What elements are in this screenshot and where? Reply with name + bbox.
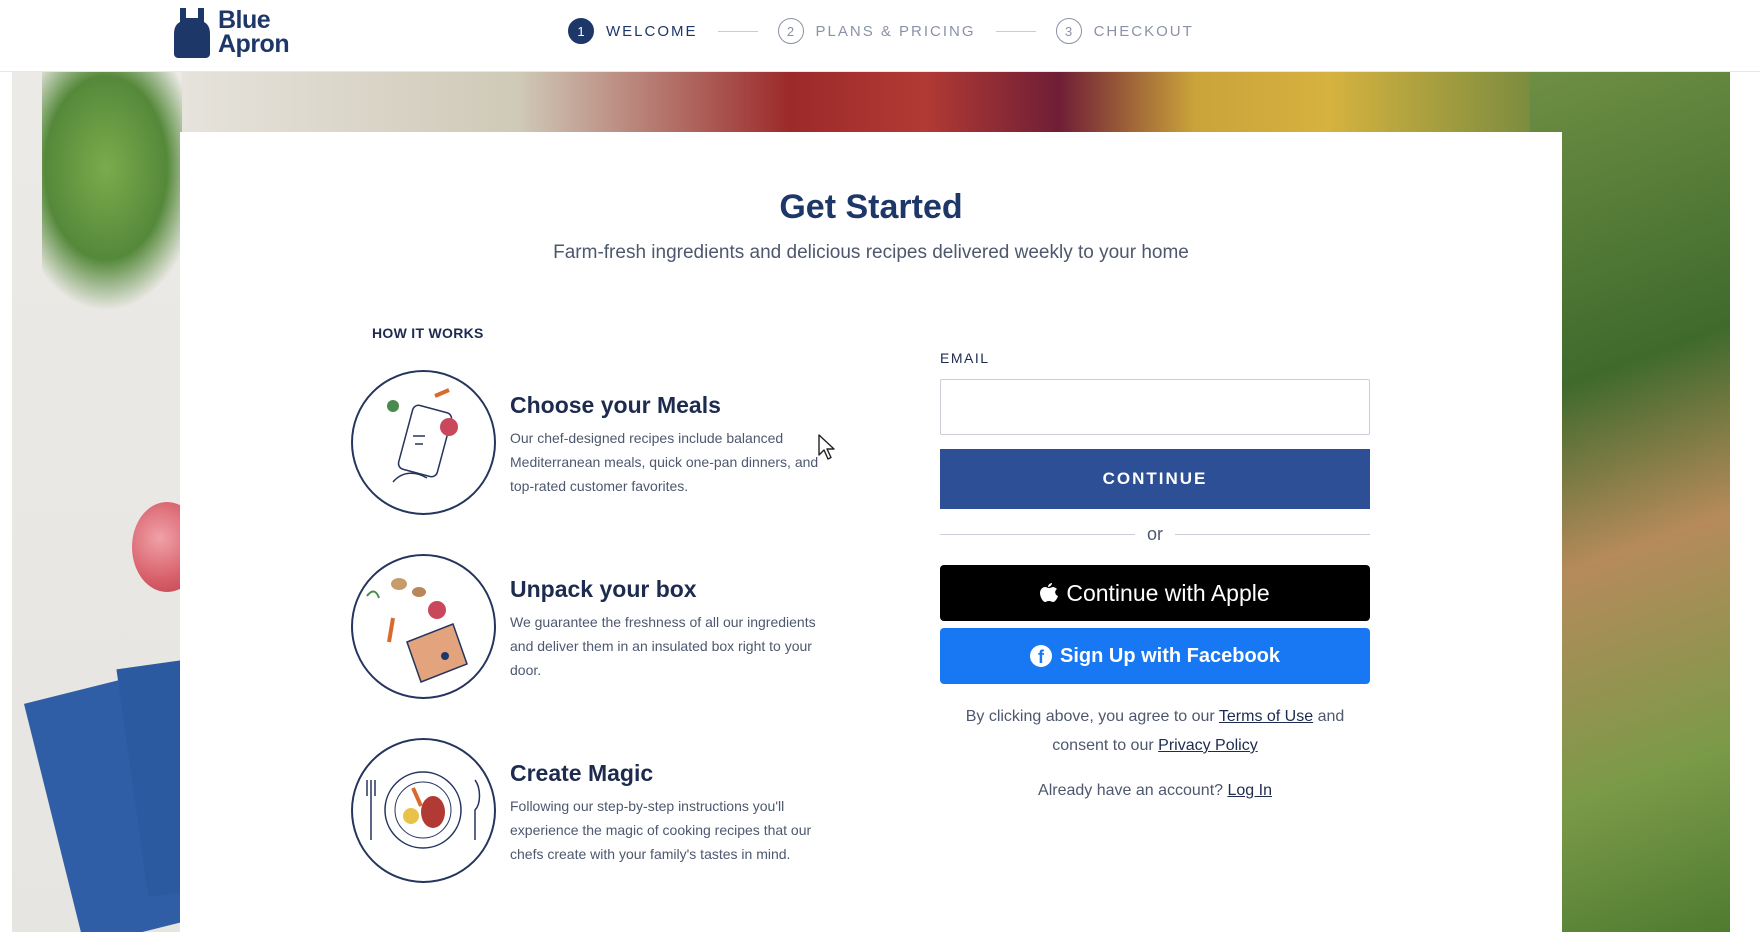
step-label-plans: PLANS & PRICING — [815, 22, 976, 40]
continue-with-apple-button[interactable]: Continue with Apple — [940, 565, 1370, 621]
apple-button-label: Continue with Apple — [1066, 579, 1270, 606]
step-plans-pricing: 2 PLANS & PRICING — [777, 18, 976, 44]
how-it-works-item: Unpack your box We guarantee the freshne… — [351, 554, 821, 704]
divider-line — [1175, 533, 1371, 535]
blue-apron-logo-icon — [174, 8, 210, 58]
log-in-link[interactable]: Log In — [1227, 782, 1271, 799]
email-label: EMAIL — [940, 350, 990, 366]
how-item-title: Create Magic — [510, 760, 654, 786]
logo-wordmark: Blue Apron — [218, 6, 290, 58]
how-item-title: Unpack your box — [510, 576, 697, 602]
legal-notice: By clicking above, you agree to our Term… — [940, 702, 1370, 760]
legal-prefix: By clicking above, you agree to our — [965, 708, 1215, 725]
how-item-text: Our chef-designed recipes include balanc… — [510, 430, 819, 494]
step-label-checkout: CHECKOUT — [1093, 22, 1194, 40]
blue-apron-logo[interactable]: Blue Apron — [172, 6, 290, 58]
facebook-button-label: Sign Up with Facebook — [1059, 644, 1280, 667]
step-welcome: 1 WELCOME — [568, 18, 698, 44]
step-checkout: 3 CHECKOUT — [1055, 18, 1194, 44]
how-item-title: Choose your Meals — [510, 392, 721, 418]
how-item-text: We guarantee the freshness of all our in… — [510, 614, 816, 678]
page-subtitle: Farm-fresh ingredients and delicious rec… — [553, 242, 1189, 263]
privacy-policy-link[interactable]: Privacy Policy — [1158, 737, 1258, 754]
greens-decor — [42, 72, 202, 312]
sign-up-with-facebook-button[interactable]: f Sign Up with Facebook — [940, 628, 1370, 684]
login-prefix: Already have an account? — [1038, 782, 1224, 799]
signup-card: Get Started Farm-fresh ingredients and d… — [180, 132, 1562, 932]
vegetables-decor — [182, 72, 1532, 132]
logo-line-2: Apron — [218, 30, 290, 58]
logo-line-1: Blue — [218, 6, 271, 34]
mouse-cursor-icon — [818, 434, 835, 460]
phone-meals-illustration — [351, 370, 496, 515]
step-number-3: 3 — [1055, 18, 1082, 44]
login-prompt: Already have an account? Log In — [940, 782, 1370, 800]
step-number-1: 1 — [568, 18, 594, 44]
facebook-icon: f — [1029, 645, 1052, 667]
page-title: Get Started — [779, 188, 963, 226]
unpack-box-illustration — [351, 554, 496, 699]
or-text: or — [1147, 523, 1164, 544]
step-label-welcome: WELCOME — [606, 22, 698, 40]
step-divider — [995, 30, 1036, 32]
step-number-2: 2 — [777, 18, 804, 44]
plated-meal-illustration — [351, 738, 496, 883]
email-field[interactable] — [940, 379, 1370, 435]
progress-steps: 1 WELCOME 2 PLANS & PRICING 3 CHECKOUT — [568, 18, 1194, 44]
top-header: Blue Apron 1 WELCOME 2 PLANS & PRICING 3… — [0, 0, 1760, 72]
how-item-text: Following our step-by-step instructions … — [510, 798, 812, 862]
how-it-works-heading: HOW IT WORKS — [372, 325, 484, 341]
or-divider: or — [940, 522, 1371, 546]
divider-line — [940, 533, 1135, 535]
step-divider — [717, 30, 758, 32]
how-it-works-item: Choose your Meals Our chef-designed reci… — [351, 370, 821, 520]
how-it-works-item: Create Magic Following our step-by-step … — [351, 738, 821, 888]
apple-icon — [1040, 582, 1059, 602]
continue-button[interactable]: CONTINUE — [940, 449, 1370, 509]
terms-of-use-link[interactable]: Terms of Use — [1219, 708, 1313, 725]
